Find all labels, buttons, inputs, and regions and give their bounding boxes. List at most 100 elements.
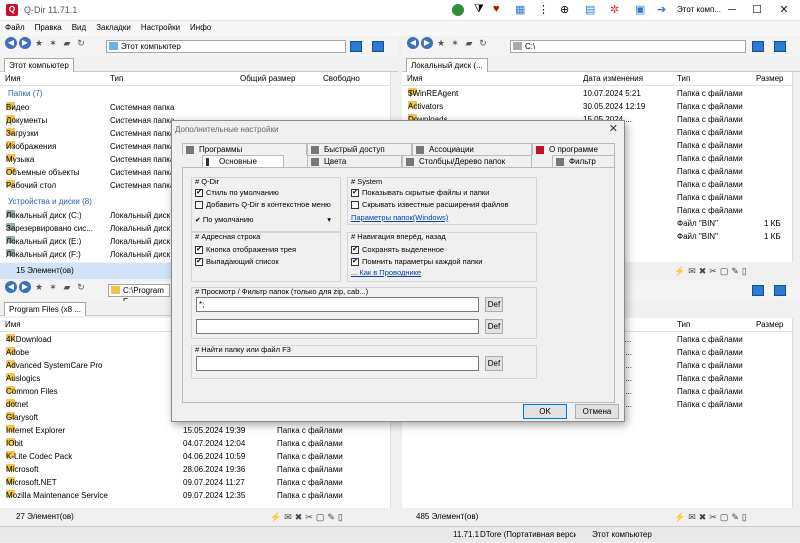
refresh-icon[interactable]: ↻ — [75, 281, 87, 293]
menu-settings[interactable]: Настройки — [136, 21, 185, 34]
view-mode2-icon[interactable] — [774, 285, 786, 296]
folder-icon[interactable]: ▰ — [463, 37, 475, 49]
forward-icon[interactable]: ➔ — [657, 3, 666, 16]
def-button[interactable]: Def — [485, 319, 503, 334]
explorer-like-link[interactable]: ... Как в Проводнике — [351, 268, 421, 278]
cancel-button[interactable]: Отмена — [575, 404, 619, 419]
checkbox-dropdown-list[interactable]: ✔ Выпадающий список — [195, 257, 279, 267]
tab-program-files[interactable]: Program Files (x8 ... — [4, 302, 87, 316]
checkbox-save-selection[interactable]: ✔ Сохранять выделенное — [351, 245, 444, 255]
col-free[interactable]: Свободно — [323, 72, 360, 86]
list-item[interactable]: $WinREAgent 10.07.2024 5:21 Папка с файлам… — [402, 88, 792, 100]
col-name[interactable]: Имя — [5, 318, 21, 332]
checkbox-show-hidden[interactable]: ✔ Показывать скрытые файлы и папки — [351, 188, 489, 198]
refresh-icon[interactable]: ↻ — [75, 37, 87, 49]
globe-icon[interactable] — [452, 4, 464, 16]
funnel-icon[interactable]: ⧩ — [474, 3, 484, 16]
list-item[interactable]: Видео Системная папка — [0, 102, 390, 114]
checkbox-tray-button[interactable]: ✔ Кнопка отображения трея — [195, 245, 296, 255]
def-button[interactable]: Def — [485, 297, 503, 312]
list-item[interactable]: K-Lite Codec Pack 04.06.2024 10:59 Папка с… — [0, 451, 390, 463]
view-mode2-icon[interactable] — [372, 41, 384, 52]
action-icons[interactable]: ⚡✉✖✂▢✎▯ — [270, 509, 346, 525]
tab-about[interactable]: О программе — [532, 143, 615, 155]
find-input[interactable] — [196, 356, 479, 371]
tab-quick-access[interactable]: Быстрый доступ — [307, 143, 412, 155]
dropdown-default[interactable]: ✔ По умолчанию ▾ — [195, 215, 333, 226]
forward-icon[interactable]: ▶ — [421, 37, 433, 49]
dots-icon[interactable]: ⋮ — [538, 3, 549, 16]
refresh-icon[interactable]: ↻ — [477, 37, 489, 49]
grid-icon[interactable]: ▣ — [635, 3, 645, 16]
maximize-icon[interactable]: ☐ — [743, 0, 771, 21]
forward-icon[interactable]: ▶ — [19, 37, 31, 49]
def-button[interactable]: Def — [485, 356, 503, 371]
address-bar[interactable]: C:\ — [510, 40, 746, 53]
scrollbar[interactable] — [792, 72, 800, 262]
zoom-icon[interactable]: ⊕ — [560, 3, 569, 16]
folder-icon[interactable]: ▰ — [61, 37, 73, 49]
list-item[interactable]: Mozilla Maintenance Service 09.07.2024 12… — [0, 490, 390, 502]
forward-icon[interactable]: ▶ — [19, 281, 31, 293]
col-total-size[interactable]: Общий размер — [240, 72, 295, 86]
back-icon[interactable]: ◀ — [5, 281, 17, 293]
menu-view[interactable]: Вид — [67, 21, 91, 34]
view-mode-icon[interactable] — [350, 41, 362, 52]
view-mode-icon[interactable] — [752, 285, 764, 296]
list-item[interactable]: Activators 30.05.2024 12:19 Папка с файлам… — [402, 101, 792, 113]
col-name[interactable]: Имя — [407, 72, 423, 86]
scrollbar[interactable] — [792, 318, 800, 508]
checkbox-remember-folder[interactable]: ✔ Помнить параметры каждой папки — [351, 257, 482, 267]
col-type[interactable]: Тип — [110, 72, 123, 86]
menu-edit[interactable]: Правка — [30, 21, 67, 34]
view-mode-icon[interactable] — [752, 41, 764, 52]
view-mode2-icon[interactable] — [774, 41, 786, 52]
col-type[interactable]: Тип — [677, 318, 690, 332]
tab-colors[interactable]: Цвета — [307, 155, 402, 167]
filter-input-2[interactable] — [196, 319, 479, 334]
tab-this-pc[interactable]: Этот компьютер — [4, 58, 74, 72]
action-icons[interactable]: ⚡✉✖✂▢✎▯ — [674, 263, 750, 279]
list-item[interactable]: Microsoft 28.06.2024 19:36 Папка с файлами — [0, 464, 390, 476]
address-bar[interactable]: Этот компьютер — [106, 40, 346, 53]
tab-local-disk[interactable]: Локальный диск (... — [406, 58, 488, 72]
back-icon[interactable]: ◀ — [407, 37, 419, 49]
list-item[interactable]: Microsoft.NET 09.07.2024 11:27 Папка с фай… — [0, 477, 390, 489]
tab-columns[interactable]: Столбцы/Дерево папок — [402, 155, 532, 167]
ok-button[interactable]: OK — [523, 404, 567, 419]
folder-icon[interactable]: ▰ — [61, 281, 73, 293]
col-name[interactable]: Имя — [5, 72, 21, 86]
layout-icon[interactable]: ▦ — [515, 3, 525, 16]
star-icon[interactable]: ✲ — [610, 3, 619, 16]
list-item[interactable]: Internet Explorer 15.05.2024 19:39 Папка с… — [0, 425, 390, 437]
col-date[interactable]: Дата изменения — [583, 72, 643, 86]
tab-associations[interactable]: Ассоциации — [412, 143, 532, 155]
checkbox-context-menu[interactable]: Добавить Q-Dir в контекстное меню — [195, 200, 331, 210]
list-item[interactable]: IObit 04.07.2024 12:04 Папка с файлами — [0, 438, 390, 450]
col-type[interactable]: Тип — [677, 72, 690, 86]
minimize-icon[interactable]: ─ — [718, 0, 746, 21]
back-icon[interactable]: ◀ — [5, 37, 17, 49]
close-icon[interactable]: ✕ — [609, 122, 618, 135]
tab-programs[interactable]: Программы — [182, 143, 307, 155]
action-icons[interactable]: ⚡✉✖✂▢✎▯ — [674, 509, 750, 525]
star-icon[interactable]: ✶ — [47, 281, 59, 293]
menu-info[interactable]: Инфо — [185, 21, 216, 34]
filter-input[interactable]: *; — [196, 297, 479, 312]
star-icon[interactable]: ✶ — [47, 37, 59, 49]
col-size[interactable]: Размер — [756, 318, 784, 332]
tab-filter[interactable]: Фильтр — [552, 155, 615, 167]
menu-bookmarks[interactable]: Закладки — [91, 21, 136, 34]
favorites-icon[interactable]: ★ — [435, 37, 447, 49]
menu-file[interactable]: Файл — [0, 21, 30, 34]
star-icon[interactable]: ✶ — [449, 37, 461, 49]
folder-options-link[interactable]: Параметры папок(Windows) — [351, 213, 448, 223]
panels-icon[interactable]: ▤ — [585, 3, 595, 16]
group-header[interactable]: Папки (7) — [8, 88, 43, 100]
col-size[interactable]: Размер — [756, 72, 784, 86]
group-header[interactable]: Устройства и диски (8) — [8, 196, 92, 208]
close-icon[interactable]: ✕ — [770, 0, 798, 21]
this-pc-shortcut[interactable]: Этот комп... — [677, 5, 721, 14]
checkbox-hide-extensions[interactable]: Скрывать известные расширения файлов — [351, 200, 509, 210]
favorites-icon[interactable]: ★ — [33, 281, 45, 293]
